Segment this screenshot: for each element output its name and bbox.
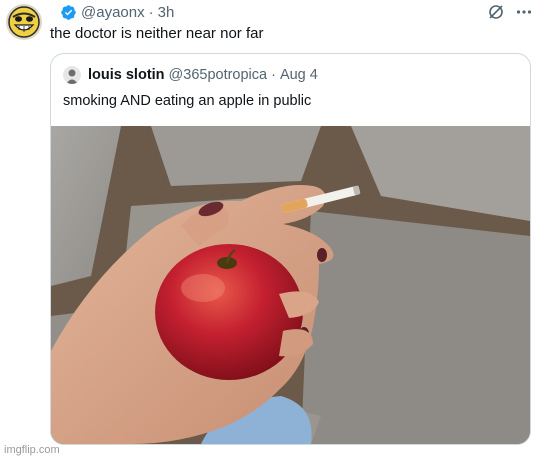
quoted-header-separator: ·	[271, 67, 276, 83]
next-row-peek	[0, 454, 543, 460]
quoted-post-text: smoking AND eating an apple in public	[63, 93, 312, 109]
post-text: the doctor is neither near nor far	[50, 25, 264, 42]
avatar-image	[6, 4, 42, 40]
quoted-author-handle[interactable]: @365potropica	[169, 67, 268, 83]
quoted-post-header: louis slotin @365potropica · Aug 4	[63, 66, 318, 84]
verified-badge-icon	[61, 4, 76, 20]
post-header: @ayaonx · 3h	[60, 2, 174, 22]
grok-button[interactable]	[487, 3, 505, 21]
post-time[interactable]: 3h	[158, 4, 175, 21]
quoted-post[interactable]: louis slotin @365potropica · Aug 4 smoki…	[50, 53, 531, 445]
author-handle[interactable]: @ayaonx	[81, 4, 145, 21]
quoted-author-avatar[interactable]	[63, 66, 81, 84]
quoted-author-name[interactable]: louis slotin	[88, 67, 165, 83]
quoted-post-photo[interactable]	[51, 126, 530, 444]
quoted-post-date[interactable]: Aug 4	[280, 67, 318, 83]
more-button[interactable]	[515, 3, 533, 21]
more-icon	[516, 10, 532, 14]
quoted-avatar-image	[63, 66, 81, 84]
grok-icon	[489, 5, 503, 19]
header-separator: ·	[148, 3, 154, 21]
photo-hand-apple-cigarette	[51, 126, 530, 444]
post-actions	[487, 3, 533, 21]
author-avatar[interactable]	[6, 4, 42, 40]
